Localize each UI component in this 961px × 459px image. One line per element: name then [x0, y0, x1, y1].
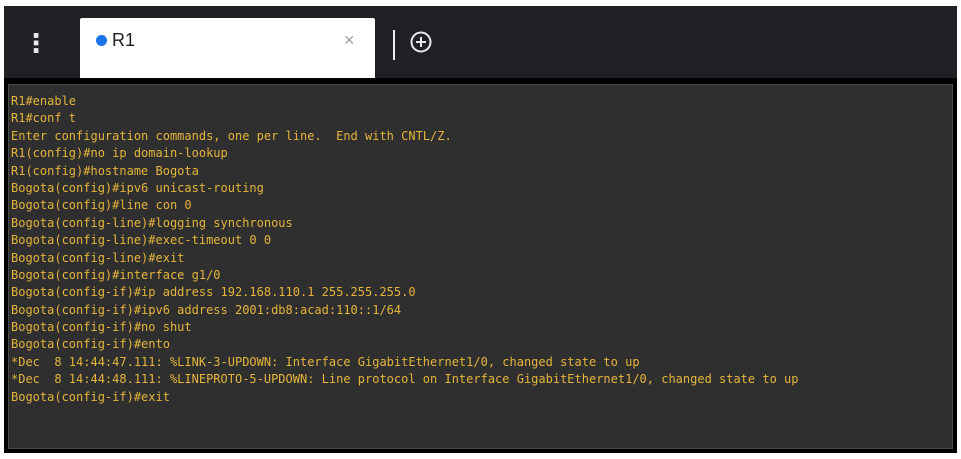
- status-dot-icon: [96, 35, 107, 46]
- plus-circle-icon: [410, 31, 432, 53]
- terminal-line: *Dec 8 14:44:47.111: %LINK-3-UPDOWN: Int…: [11, 354, 640, 369]
- tab-divider: [393, 30, 395, 60]
- new-tab-button[interactable]: [409, 30, 433, 54]
- terminal-line: Bogota(config-if)#no shut: [11, 320, 192, 335]
- tab-bar: ⋮ R1 ×: [4, 6, 957, 78]
- terminal-line: Bogota(config)#ipv6 unicast-routing: [11, 180, 264, 195]
- terminal-line: Bogota(config-if)#ip address 192.168.110…: [11, 285, 416, 300]
- terminal-line: Bogota(config)#interface g1/0: [11, 267, 221, 282]
- terminal-line: Bogota(config-line)#exit: [11, 250, 185, 265]
- terminal-window: ⋮ R1 × R1#enable R1#conf t Enter configura…: [4, 6, 957, 453]
- terminal-line: Bogota(config-if)#ipv6 address 2001:db8:…: [11, 302, 402, 317]
- terminal-line: R1#conf t: [11, 111, 77, 126]
- close-icon[interactable]: ×: [344, 30, 355, 51]
- terminal-line: Bogota(config-line)#logging synchronous: [11, 215, 293, 230]
- terminal-line: Enter configuration commands, one per li…: [11, 128, 452, 143]
- terminal-line: *Dec 8 14:44:48.111: %LINEPROTO-5-UPDOWN…: [11, 372, 799, 387]
- terminal-line: R1#enable: [11, 94, 77, 108]
- terminal-line: Bogota(config-line)#exec-timeout 0 0: [11, 233, 272, 248]
- tab-title: R1: [112, 30, 136, 50]
- terminal-line: R1(config)#no ip domain-lookup: [11, 146, 228, 161]
- menu-button[interactable]: ⋮: [18, 26, 54, 62]
- terminal-line: Bogota(config)#line con 0: [11, 198, 192, 213]
- terminal-line: Bogota(config-if)#ento: [11, 337, 170, 352]
- terminal-line: Bogota(config-if)#exit: [11, 389, 170, 404]
- terminal-lines: R1#enable R1#conf t Enter configuration co…: [11, 93, 798, 406]
- tab-r1[interactable]: R1 ×: [80, 18, 375, 78]
- vertical-ellipsis-icon: ⋮: [23, 29, 49, 59]
- terminal-output[interactable]: R1#enable R1#conf t Enter configuration co…: [8, 84, 953, 449]
- terminal-line: R1(config)#hostname Bogota: [11, 163, 199, 178]
